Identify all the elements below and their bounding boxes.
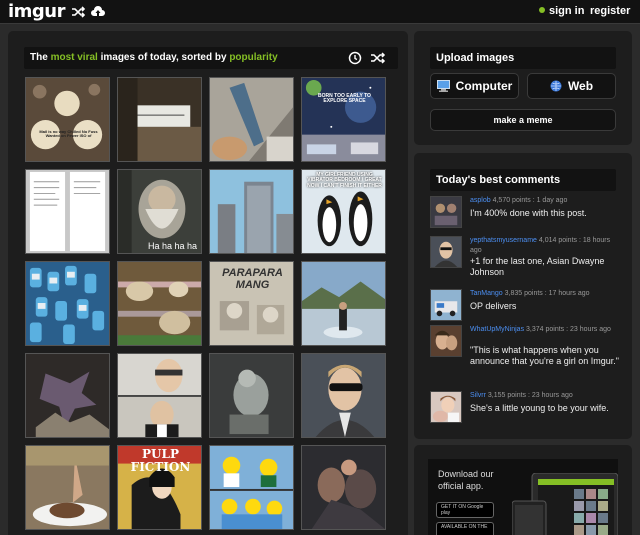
comment-meta: TanMango 3,835 points : 17 hours ago [470, 290, 590, 297]
google-play-badge[interactable]: GET IT ON Google play [436, 502, 494, 518]
comment-time: 23 hours ago [531, 392, 573, 399]
gallery-thumb[interactable] [25, 169, 110, 254]
viral-images-panel: The most viral images of today, sorted b… [8, 31, 408, 535]
comment-thumbnail[interactable] [430, 196, 462, 228]
app-store-badge[interactable]: AVAILABLE ON THE [436, 522, 494, 535]
upload-cloud-icon[interactable] [90, 4, 106, 20]
upload-web-button[interactable]: Web [527, 73, 616, 99]
gallery-thumb[interactable] [25, 261, 110, 346]
viral-middle: images of today, sorted by [97, 52, 230, 63]
gallery-thumb[interactable] [117, 353, 202, 438]
random-shuffle-icon[interactable] [70, 4, 86, 20]
gallery-thumb[interactable]: Ha ha ha ha [117, 169, 202, 254]
register-link[interactable]: register [590, 5, 630, 17]
comment-meta: WhatUpMyNinjas 3,374 points : 23 hours a… [470, 326, 611, 333]
best-comments-panel: Today's best comments asplob 4,570 point… [414, 153, 632, 439]
comment-username[interactable]: asplob [470, 197, 491, 204]
comment-thumbnail[interactable] [430, 391, 462, 423]
shuffle-icon[interactable] [370, 51, 386, 65]
tablet-screenshot-image [512, 473, 618, 535]
comment-text: I'm 400% done with this post. [470, 208, 587, 218]
comment-time: 23 hours ago [570, 326, 611, 333]
sign-in-link[interactable]: sign in [539, 5, 584, 17]
gallery-thumb[interactable] [117, 261, 202, 346]
gallery-thumb[interactable] [25, 353, 110, 438]
comment-username[interactable]: yepthatsmyusername [470, 237, 537, 244]
comment-text: +1 for the last one, Asian Dwayne Johnso… [470, 256, 605, 278]
comment-text: "This is what happens when you announce … [470, 345, 620, 367]
comment-username[interactable]: WhatUpMyNinjas [470, 326, 524, 333]
clock-icon[interactable] [348, 51, 362, 65]
gallery-thumb[interactable] [209, 77, 294, 162]
comment-meta: asplob 4,570 points : 1 day ago [470, 197, 568, 204]
comment-thumbnail[interactable] [430, 289, 462, 321]
comment-thumbnail[interactable] [430, 325, 462, 357]
comment-time: 1 day ago [536, 197, 568, 204]
comment-thumbnail[interactable] [430, 236, 462, 268]
comments-title: Today's best comments [430, 169, 616, 191]
gallery-thumb[interactable]: BORN TOO EARLY TO EXPLORE SPACE [301, 77, 386, 162]
comment-meta: Silvrr 3,155 points : 23 hours ago [470, 392, 573, 399]
gallery-thumb[interactable]: PULP FICTION [117, 445, 202, 530]
globe-icon [550, 80, 562, 92]
comment-points: 4,014 points [538, 237, 578, 244]
comment-time: 17 hours ago [548, 290, 590, 297]
gallery-thumb[interactable]: Mail is no way Chilled No Fuss Wanted on… [25, 77, 110, 162]
comment-points: 3,374 points [526, 326, 565, 333]
gallery-thumb[interactable] [209, 169, 294, 254]
computer-icon [436, 80, 450, 92]
gallery-thumb[interactable] [301, 261, 386, 346]
comment-username[interactable]: TanMango [470, 290, 503, 297]
comment-points: 3,155 points [487, 392, 527, 399]
app-promo[interactable]: Download our official app. GET IT ON Goo… [428, 459, 618, 535]
imgur-logo[interactable]: imgur [8, 1, 66, 22]
comment-text: She's a little young to be your wife. [470, 403, 609, 413]
comment-points: 4,570 points [492, 197, 531, 204]
gallery-thumb[interactable] [117, 77, 202, 162]
gallery-thumb[interactable]: MY GIRLFRIEND USING VIBRATOR BEDROOM / G… [301, 169, 386, 254]
gallery-thumb[interactable] [301, 353, 386, 438]
upload-computer-button[interactable]: Computer [430, 73, 519, 99]
make-a-meme-button[interactable]: make a meme [430, 109, 616, 131]
top-bar: imgur sign in register [0, 0, 640, 24]
web-label: Web [567, 79, 594, 93]
comment-meta: yepthatsmyusername 4,014 points : 18 hou… [470, 237, 611, 254]
online-dot-icon [539, 7, 545, 13]
app-download-panel: Download our official app. GET IT ON Goo… [414, 445, 632, 535]
upload-panel: Upload images Computer Web make a meme [414, 31, 632, 145]
comment-points: 3,835 points [504, 290, 543, 297]
viral-header: The most viral images of today, sorted b… [24, 47, 398, 69]
most-viral-link[interactable]: most viral [51, 52, 98, 63]
app-promo-text: Download our official app. [438, 469, 494, 491]
sign-in-label: sign in [549, 5, 585, 17]
gallery-thumb[interactable] [301, 445, 386, 530]
viral-heading: The most viral images of today, sorted b… [30, 52, 278, 63]
comment-username[interactable]: Silvrr [470, 392, 486, 399]
computer-label: Computer [455, 79, 513, 93]
viral-prefix: The [30, 52, 51, 63]
comment-text: OP delivers [470, 301, 517, 311]
sort-popularity-link[interactable]: popularity [229, 52, 277, 63]
gallery-thumb[interactable]: PARAPARA MANG [209, 261, 294, 346]
upload-title: Upload images [430, 47, 616, 69]
gallery-thumb[interactable] [209, 353, 294, 438]
gallery-thumb[interactable] [25, 445, 110, 530]
gallery-thumb[interactable] [209, 445, 294, 530]
